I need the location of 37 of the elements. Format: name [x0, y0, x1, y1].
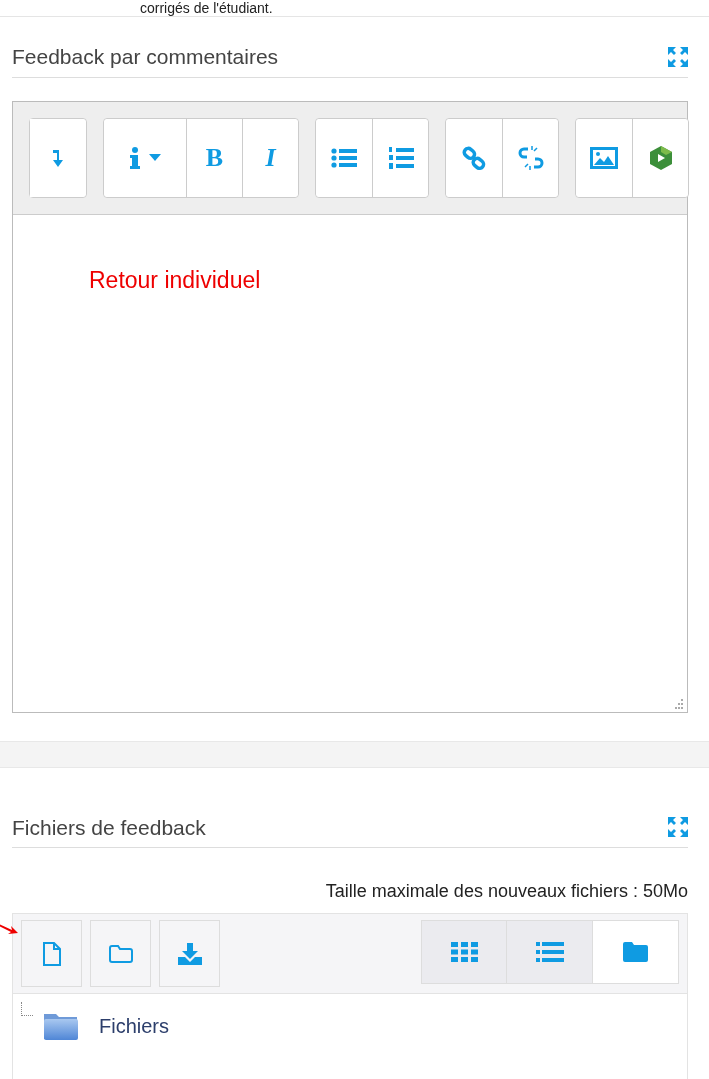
editor-area[interactable]: Retour individuel — [13, 214, 687, 712]
italic-button[interactable]: I — [242, 118, 298, 197]
grid-icon — [450, 942, 478, 962]
download-icon — [176, 941, 203, 966]
media-icon — [647, 144, 674, 171]
resize-handle[interactable] — [674, 698, 684, 709]
broken-link-button[interactable] — [502, 118, 558, 197]
view-button[interactable] — [507, 920, 593, 984]
image-icon — [590, 146, 618, 169]
list-icon — [535, 942, 564, 962]
folder-icon — [623, 942, 648, 962]
annotation-arrow — [0, 922, 19, 936]
numbered-list-icon — [387, 145, 414, 170]
view-button[interactable] — [421, 920, 507, 984]
folder-icon — [107, 943, 134, 964]
arrow-down-button[interactable] — [30, 118, 86, 197]
caret-icon — [149, 153, 161, 162]
download-button[interactable] — [159, 920, 220, 987]
media-button[interactable] — [632, 118, 688, 197]
section-title: Feedback par commentaires — [12, 44, 279, 70]
info-icon — [129, 146, 141, 169]
expand-icon[interactable] — [668, 817, 688, 838]
add-file-button[interactable] — [21, 920, 82, 987]
create-folder-button[interactable] — [90, 920, 151, 987]
link-icon — [462, 145, 486, 170]
numbered-list-button[interactable] — [372, 118, 428, 197]
folder-label[interactable]: Fichiers — [99, 1011, 169, 1041]
editor-text: Retour individuel — [89, 265, 262, 295]
expand-icon[interactable] — [668, 46, 688, 67]
section-title: Fichiers de feedback — [12, 814, 206, 841]
max-size-text: Taille maximale des nouveaux fichiers : 50Mo — [324, 880, 688, 903]
view-button[interactable] — [593, 920, 679, 984]
intro-text: corrigés de l'étudiant. — [140, 0, 273, 16]
arrow-down-icon — [51, 147, 65, 168]
bullet-list-icon — [331, 147, 357, 168]
new-file-icon — [41, 940, 62, 967]
broken-link-icon — [517, 144, 544, 171]
